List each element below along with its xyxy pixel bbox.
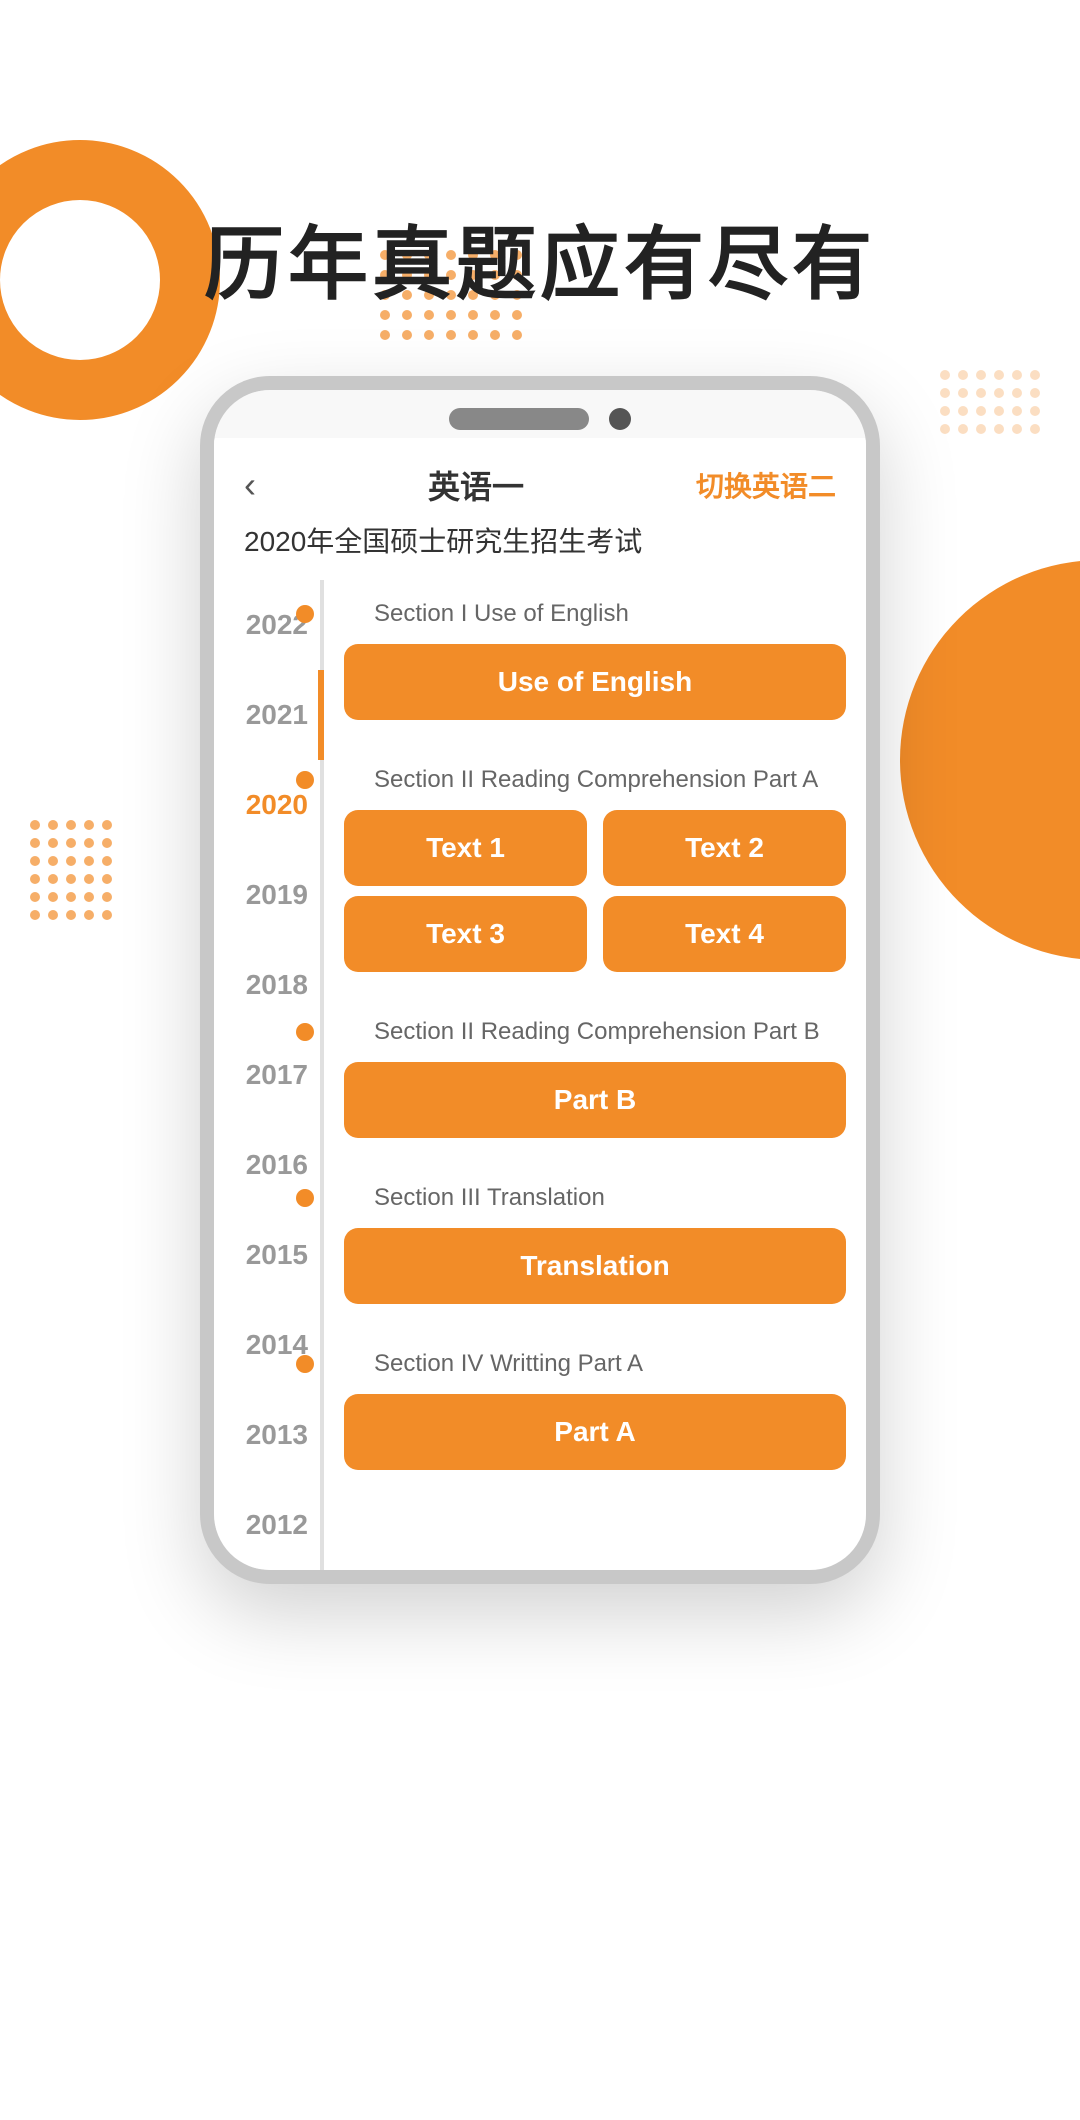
timeline-year-2013[interactable]: 2013 [214,1390,324,1480]
text-3-button[interactable]: Text 3 [344,896,587,972]
timeline-year-2014[interactable]: 2014 [214,1300,324,1390]
content-area: Section I Use of English Use of English … [324,580,866,1570]
screen-title: 英语一 [428,462,524,508]
screen-body: 2022 2021 2020 2019 2018 2017 2016 2015 … [214,580,866,1570]
part-a-button[interactable]: Part A [344,1394,846,1470]
exam-name: 2020年全国硕士研究生招生考试 [214,520,866,580]
section-2-label: Section II Reading Comprehension Part A [344,766,846,794]
section-1-buttons: Use of English [344,644,846,720]
timeline-year-2019[interactable]: 2019 [214,850,324,940]
timeline-year-2021[interactable]: 2021 [214,670,324,760]
timeline-year-2018[interactable]: 2018 [214,940,324,1030]
timeline-year-2022[interactable]: 2022 [214,580,324,670]
text-2-button[interactable]: Text 2 [603,810,846,886]
timeline-year-2012[interactable]: 2012 [214,1480,324,1570]
section-3-buttons: Part B [344,1062,846,1138]
phone-notch [214,390,866,438]
use-of-english-button[interactable]: Use of English [344,644,846,720]
screen-header: ‹ 英语一 切换英语二 [214,438,866,520]
section-2-buttons-row2: Text 3 Text 4 [344,896,846,972]
section-3-label: Section II Reading Comprehension Part B [344,1018,846,1046]
timeline-year-2015[interactable]: 2015 [214,1210,324,1300]
phone-screen: ‹ 英语一 切换英语二 2020年全国硕士研究生招生考试 2022 2021 2… [214,438,866,1570]
section-2-buttons-row1: Text 1 Text 2 [344,810,846,886]
timeline-sidebar: 2022 2021 2020 2019 2018 2017 2016 2015 … [214,580,324,1570]
back-button[interactable]: ‹ [244,464,256,506]
text-4-button[interactable]: Text 4 [603,896,846,972]
phone-speaker [449,408,589,430]
section-2-dot [296,771,314,789]
section-1-label: Section I Use of English [344,600,846,628]
part-b-button[interactable]: Part B [344,1062,846,1138]
phone-camera [609,408,631,430]
section-5-dot [296,1355,314,1373]
switch-english-button[interactable]: 切换英语二 [696,465,836,505]
section-4-dot [296,1189,314,1207]
section-4-label: Section III Translation [344,1184,846,1212]
text-1-button[interactable]: Text 1 [344,810,587,886]
phone-frame: ‹ 英语一 切换英语二 2020年全国硕士研究生招生考试 2022 2021 2… [200,376,880,1584]
section-5-buttons: Part A [344,1394,846,1470]
phone-mockup: ‹ 英语一 切换英语二 2020年全国硕士研究生招生考试 2022 2021 2… [0,376,1080,1584]
section-3-dot [296,1023,314,1041]
translation-button[interactable]: Translation [344,1228,846,1304]
timeline-year-2017[interactable]: 2017 [214,1030,324,1120]
hero-title: 历年真题应有尽有 [0,200,1080,316]
section-5-label: Section IV Writting Part A [344,1350,846,1378]
section-4-buttons: Translation [344,1228,846,1304]
section-1-dot [296,605,314,623]
